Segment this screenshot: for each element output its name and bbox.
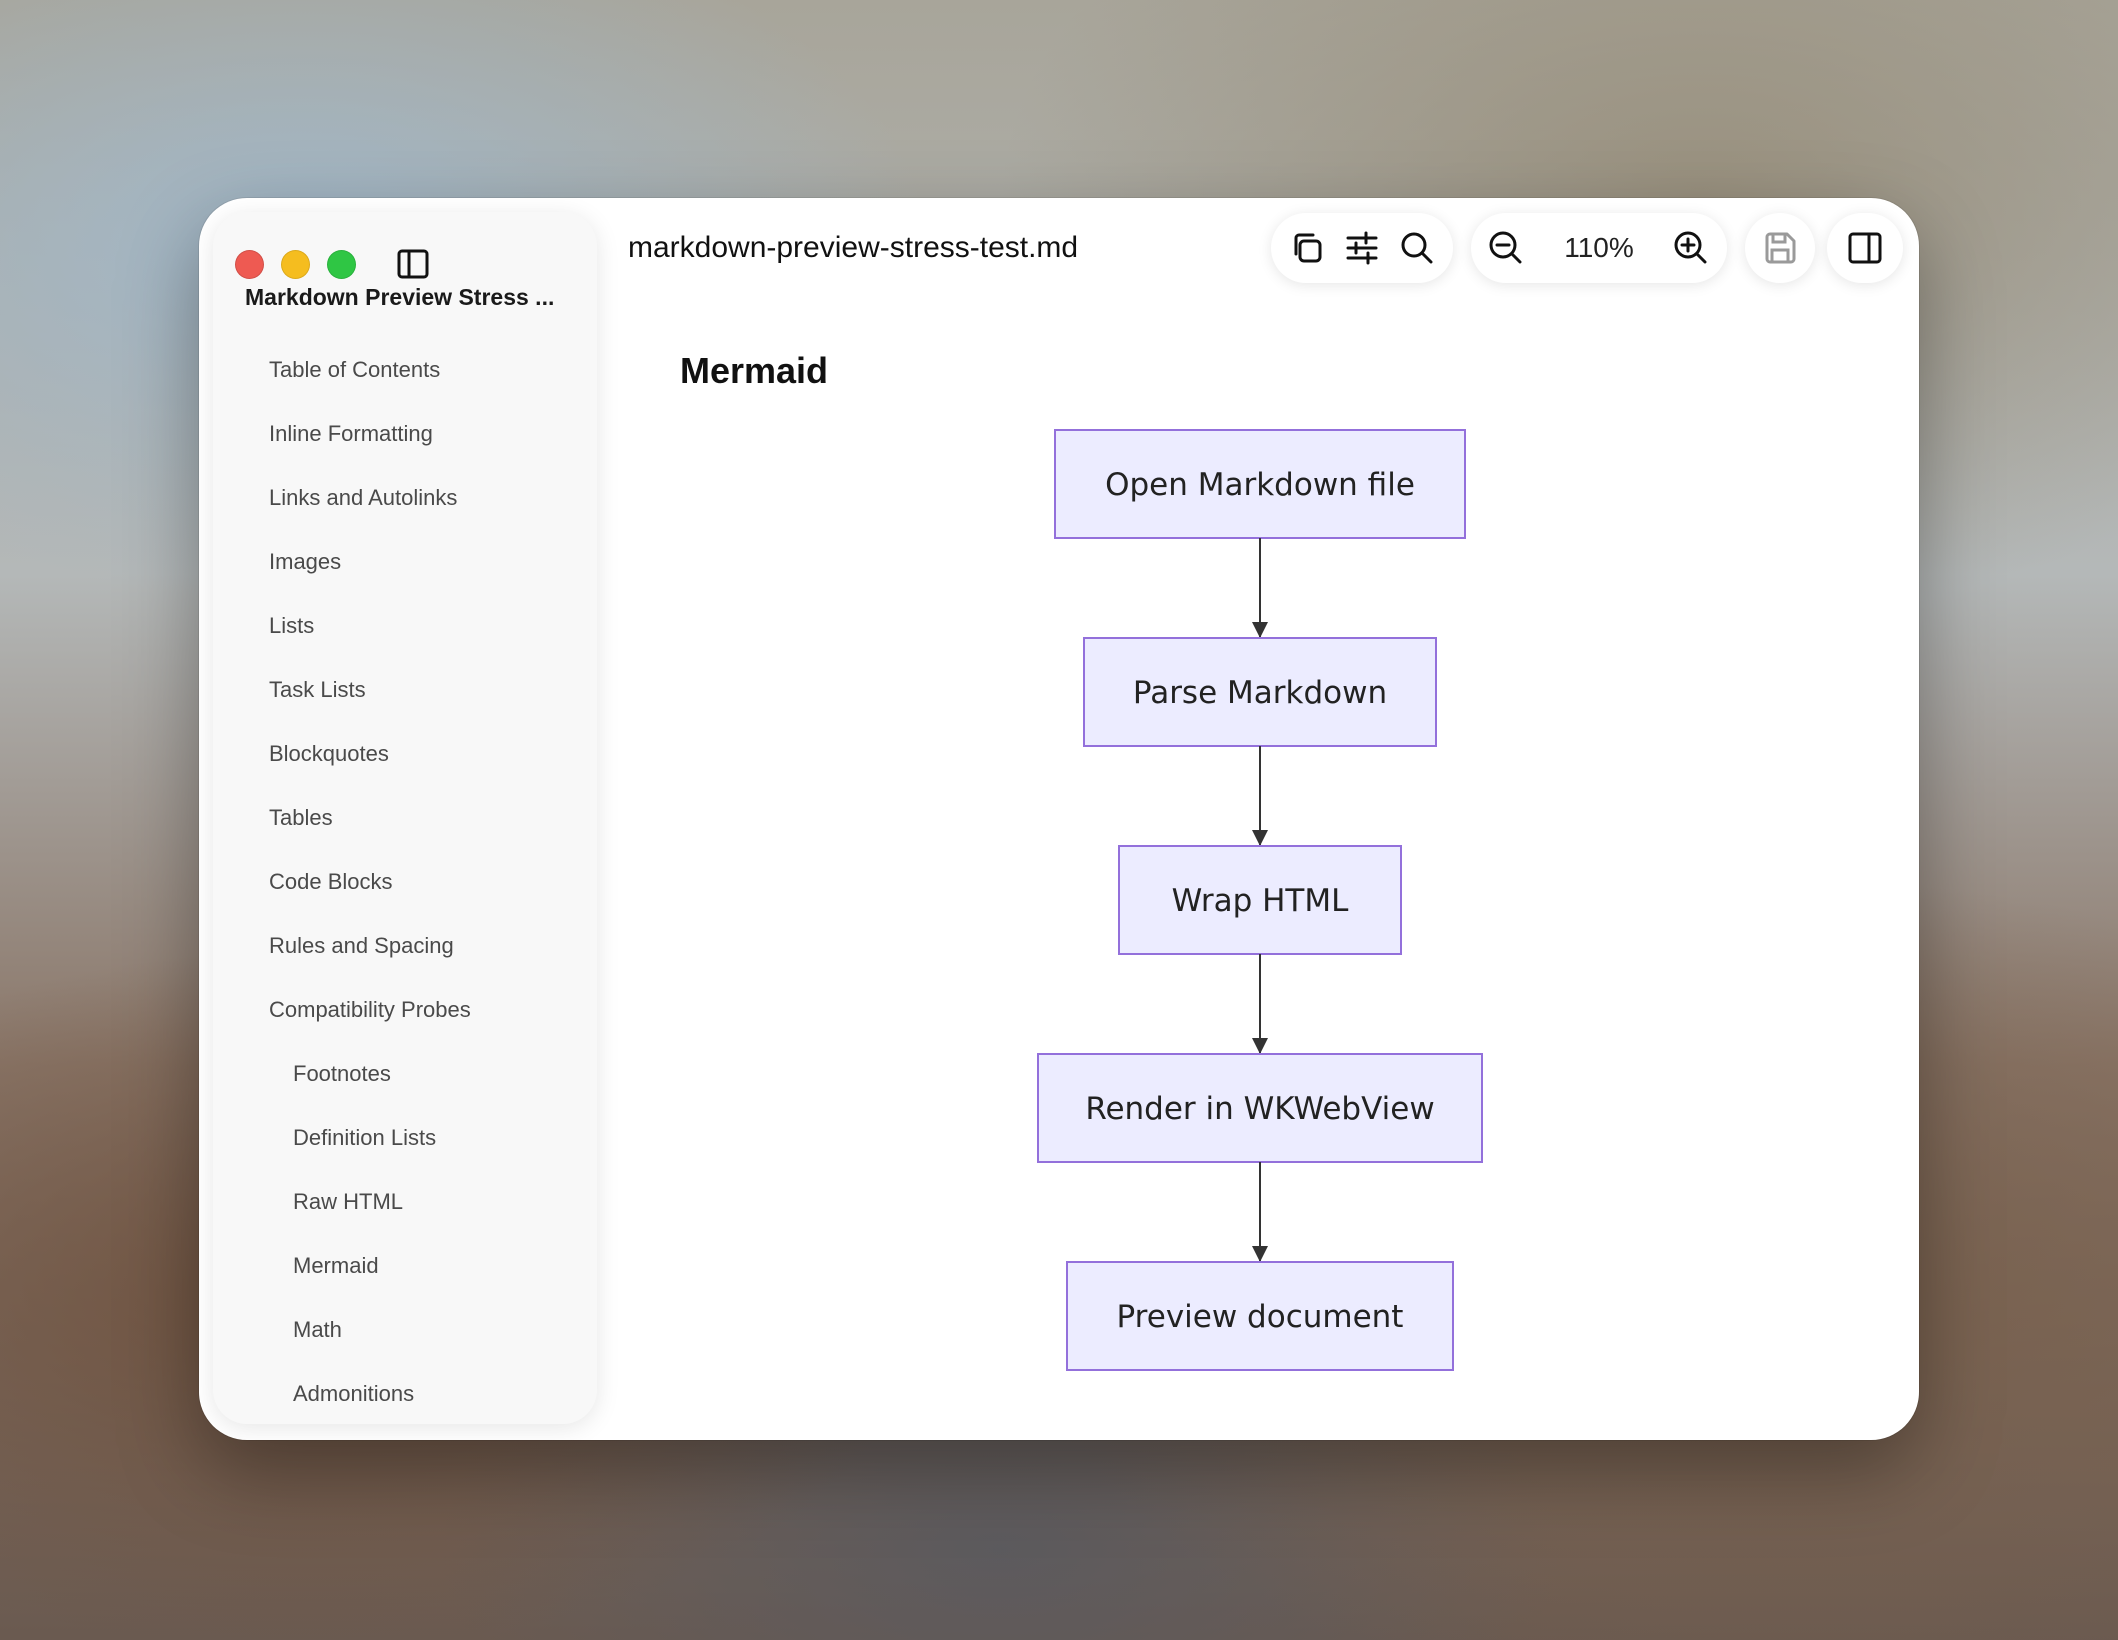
toc-item[interactable]: Blockquotes <box>213 722 597 786</box>
sidebar: Markdown Preview Stress ... Table of Con… <box>213 212 597 1424</box>
toc-item[interactable]: Code Blocks <box>213 850 597 914</box>
zoom-out-icon[interactable] <box>1488 230 1524 266</box>
flowchart-node: Wrap HTML <box>1118 845 1402 955</box>
window-close-button[interactable] <box>235 250 264 279</box>
toc-item[interactable]: Lists <box>213 594 597 658</box>
app-window: Open Markdown file Parse Markdown Wrap HTM… <box>199 198 1919 1440</box>
toc-item[interactable]: Task Lists <box>213 658 597 722</box>
flowchart-node-label: Parse Markdown <box>1133 675 1387 711</box>
toc-item[interactable]: Definition Lists <box>213 1106 597 1170</box>
toolbar-save-group <box>1745 213 1815 283</box>
toolbar-zoom-group: 110% <box>1471 213 1727 283</box>
flowchart-node-label: Preview document <box>1117 1299 1404 1335</box>
zoom-level: 110% <box>1564 232 1634 263</box>
copy-icon[interactable] <box>1289 230 1325 266</box>
inspector-toggle-icon[interactable] <box>1847 230 1883 266</box>
flowchart-node-label: Open Markdown file <box>1105 467 1415 503</box>
toc-item[interactable]: Admonitions <box>213 1362 597 1426</box>
toc-item[interactable]: Compatibility Probes <box>213 978 597 1042</box>
save-icon[interactable] <box>1762 230 1798 266</box>
toc-item[interactable]: Links and Autolinks <box>213 466 597 530</box>
file-name: markdown-preview-stress-test.md <box>628 231 1079 264</box>
flowchart-node: Render in WKWebView <box>1037 1053 1483 1163</box>
toc-item[interactable]: Mermaid <box>213 1234 597 1298</box>
flowchart-node-label: Render in WKWebView <box>1085 1091 1434 1127</box>
search-icon[interactable] <box>1399 230 1435 266</box>
table-of-contents: Table of Contents Inline Formatting Links … <box>213 338 597 1426</box>
flowchart-node: Preview document <box>1066 1261 1454 1371</box>
toc-item[interactable]: Tables <box>213 786 597 850</box>
zoom-in-icon[interactable] <box>1673 230 1709 266</box>
flowchart-node: Open Markdown file <box>1054 429 1466 539</box>
document-title: Markdown Preview Stress ... <box>245 284 555 310</box>
sliders-icon[interactable] <box>1344 230 1380 266</box>
toc-item[interactable]: Rules and Spacing <box>213 914 597 978</box>
toolbar-inspector-group <box>1827 213 1903 283</box>
toc-item[interactable]: Images <box>213 530 597 594</box>
window-minimize-button[interactable] <box>281 250 310 279</box>
section-heading: Mermaid <box>680 350 829 391</box>
flowchart-node-label: Wrap HTML <box>1172 883 1350 919</box>
toolbar-tools-group <box>1271 213 1453 283</box>
window-maximize-button[interactable] <box>327 250 356 279</box>
toc-item[interactable]: Inline Formatting <box>213 402 597 466</box>
sidebar-toggle-icon[interactable] <box>396 247 430 281</box>
toc-item[interactable]: Raw HTML <box>213 1170 597 1234</box>
flowchart-node: Parse Markdown <box>1083 637 1437 747</box>
toc-item[interactable]: Math <box>213 1298 597 1362</box>
toc-item[interactable]: Footnotes <box>213 1042 597 1106</box>
toc-item[interactable]: Table of Contents <box>213 338 597 402</box>
